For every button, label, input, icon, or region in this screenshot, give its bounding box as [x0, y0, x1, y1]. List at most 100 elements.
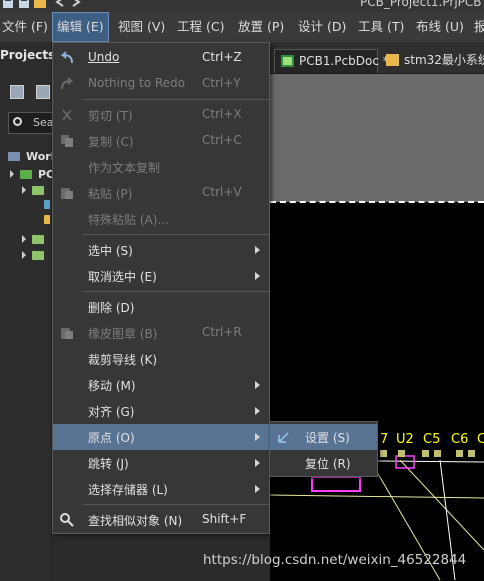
menu-separator [83, 291, 269, 292]
edit-menu: Undo Ctrl+Z Nothing to Redo Ctrl+Y 剪切 (T… [52, 42, 270, 534]
designator-label: C5 [423, 432, 441, 447]
menu-reports[interactable]: 报 [474, 12, 484, 42]
folder-icon[interactable] [32, 235, 44, 244]
menu-item-undo[interactable]: Undo Ctrl+Z [53, 45, 269, 71]
menu-item-label: 裁剪导线 (K) [88, 353, 158, 367]
workspace-icon [8, 152, 20, 161]
redo-icon [61, 77, 74, 90]
save-icon[interactable] [2, 0, 14, 10]
menu-item-move[interactable]: 移动 (M) [53, 372, 269, 398]
menu-item-deselect[interactable]: 取消选中 (E) [53, 263, 269, 289]
panel-title: Projects [0, 48, 56, 62]
menu-item-label: 复位 (R) [305, 457, 351, 471]
watermark-text: https://blog.csdn.net/weixin_46522844 [203, 552, 467, 568]
pcb-project-icon [20, 170, 32, 179]
menu-project[interactable]: 工程 (C) [177, 12, 224, 42]
menu-item-label: 特殊粘贴 (A)... [88, 213, 169, 227]
menu-item-slice-tracks[interactable]: 裁剪导线 (K) [53, 346, 269, 372]
menu-item-label: 选中 (S) [88, 244, 133, 258]
menu-item-find-similar[interactable]: 查找相似对象 (N) Shift+F [53, 507, 269, 533]
menu-item-paste-special: 特殊粘贴 (A)... [53, 206, 269, 232]
menu-separator [83, 234, 269, 235]
menu-item-shortcut: Shift+F [202, 512, 247, 526]
menu-item-label: Undo [88, 50, 120, 64]
menu-item-jump[interactable]: 跳转 (J) [53, 450, 269, 476]
pcb-doc-icon[interactable] [44, 200, 50, 209]
expand-arrow-icon[interactable] [22, 235, 26, 243]
designator-label: C6 [451, 432, 469, 447]
search-icon [13, 117, 22, 126]
tab-pcb1[interactable]: PCB1.PcbDoc * [274, 49, 389, 73]
menu-item-shortcut: Ctrl+X [202, 107, 242, 121]
menu-item-shortcut: Ctrl+Z [202, 50, 242, 64]
submenu-arrow-icon [255, 272, 260, 280]
menu-item-paste: 粘贴 (P) Ctrl+V [53, 180, 269, 206]
menu-item-origin[interactable]: 原点 (O) [53, 424, 269, 450]
project-options-icon[interactable] [36, 85, 50, 99]
menu-design[interactable]: 设计 (D) [298, 12, 346, 42]
submenu-arrow-icon [255, 459, 260, 467]
folder-icon[interactable] [32, 186, 44, 195]
menu-route[interactable]: 布线 (U) [416, 12, 464, 42]
menu-item-label: 剪切 (T) [88, 109, 133, 123]
designator-label: C [477, 432, 484, 447]
pcb-canvas-border[interactable] [270, 74, 484, 202]
tab-label: PCB1.PcbDoc * [299, 54, 389, 68]
document-tabs: PCB1.PcbDoc * stm32最小系统 [270, 42, 484, 74]
submenu-arrow-icon [255, 485, 260, 493]
pcb-doc-icon [281, 55, 294, 67]
tab-stm32[interactable]: stm32最小系统 [380, 49, 484, 73]
projects-panel: Projects Sea Work PC [0, 42, 58, 581]
menu-item-copy: 复制 (C) Ctrl+C [53, 128, 269, 154]
forward-icon[interactable] [70, 0, 82, 10]
menu-file[interactable]: 文件 (F) [2, 12, 48, 42]
submenu-arrow-icon [255, 433, 260, 441]
menu-view[interactable]: 视图 (V) [118, 12, 165, 42]
menu-item-label: 原点 (O) [88, 431, 135, 445]
designator-label: 7 [380, 432, 389, 447]
menu-item-set-origin[interactable]: 设置 (S) [270, 424, 377, 450]
submenu-arrow-icon [255, 381, 260, 389]
board-outline [270, 201, 484, 203]
expand-arrow-icon[interactable] [10, 170, 14, 178]
search-input[interactable]: Sea [8, 112, 54, 134]
menu-item-cut: 剪切 (T) Ctrl+X [53, 102, 269, 128]
menu-item-copy-as-text: 作为文本复制 [53, 154, 269, 180]
undo-icon [60, 51, 73, 64]
menu-edit[interactable]: 编辑 (E) [52, 12, 109, 42]
menu-item-label: 取消选中 (E) [88, 270, 157, 284]
window-title: PCB_Project1.PrjPCB [360, 0, 482, 9]
menu-item-shortcut: Ctrl+R [202, 325, 242, 339]
menu-item-delete[interactable]: 删除 (D) [53, 294, 269, 320]
save-project-icon[interactable] [10, 85, 24, 99]
doc-icon[interactable] [44, 215, 50, 224]
menu-item-rubber-stamp: 橡皮图章 (B) Ctrl+R [53, 320, 269, 346]
menu-tools[interactable]: 工具 (T) [358, 12, 404, 42]
menu-item-select[interactable]: 选中 (S) [53, 237, 269, 263]
menu-item-label: 移动 (M) [88, 379, 136, 393]
menu-item-label: 对齐 (G) [88, 405, 135, 419]
open-folder-icon[interactable] [34, 0, 46, 10]
menu-item-shortcut: Ctrl+Y [202, 76, 241, 90]
menu-item-label: 作为文本复制 [88, 161, 161, 175]
menu-place[interactable]: 放置 (P) [238, 12, 284, 42]
submenu-arrow-icon [255, 246, 260, 254]
menu-item-shortcut: Ctrl+V [202, 185, 242, 199]
paste-icon [61, 188, 73, 199]
menu-separator [83, 99, 269, 100]
menu-item-label: 查找相似对象 (N) [88, 514, 183, 528]
expand-arrow-icon[interactable] [22, 186, 26, 194]
copy-icon [61, 135, 73, 147]
folder-icon[interactable] [32, 251, 44, 260]
rubber-stamp-icon [61, 328, 73, 339]
back-icon[interactable] [54, 0, 66, 10]
menu-item-align[interactable]: 对齐 (G) [53, 398, 269, 424]
menu-item-redo: Nothing to Redo Ctrl+Y [53, 71, 269, 97]
menu-item-reset-origin[interactable]: 复位 (R) [270, 450, 377, 476]
menu-item-label: Nothing to Redo [88, 76, 186, 90]
menu-item-selection-memory[interactable]: 选择存储器 (L) [53, 476, 269, 502]
set-origin-icon [278, 432, 289, 443]
save-all-icon[interactable] [18, 0, 30, 10]
expand-arrow-icon[interactable] [22, 251, 26, 259]
menu-item-label: 跳转 (J) [88, 457, 129, 471]
